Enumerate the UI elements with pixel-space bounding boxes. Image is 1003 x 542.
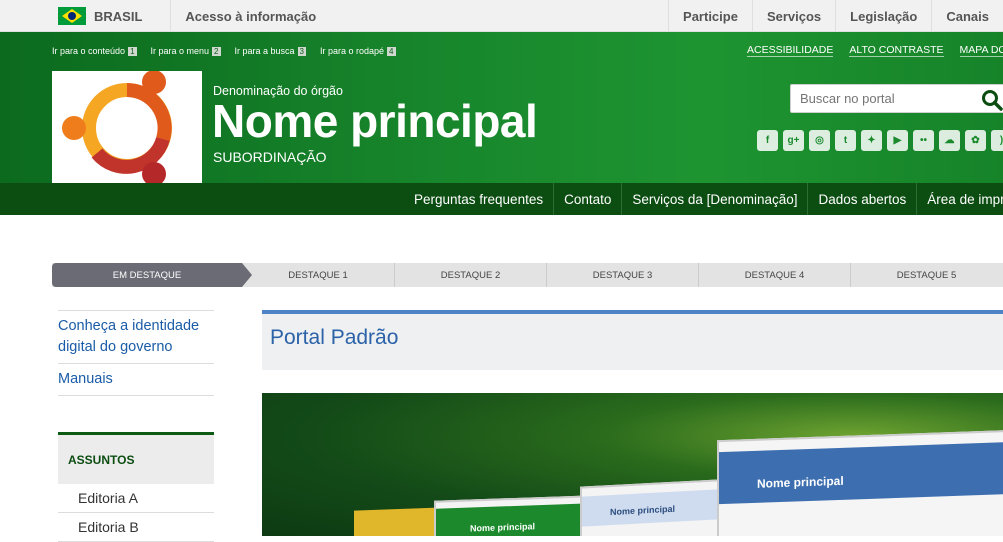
gov-link-participe[interactable]: Participe	[668, 0, 752, 32]
gov-link-legislacao[interactable]: Legislação	[835, 0, 931, 32]
tab-destaque-4[interactable]: DESTAQUE 4	[698, 263, 850, 287]
tab-destaque-3[interactable]: DESTAQUE 3	[546, 263, 698, 287]
search-input[interactable]	[798, 90, 978, 107]
sidebar-item-editoria-b[interactable]: Editoria B	[58, 513, 214, 542]
hero-mock-blue-site: Nome principal	[717, 429, 1003, 536]
access-information-link[interactable]: Acesso à informação	[185, 9, 316, 24]
slideshare-icon[interactable]: ✿	[965, 130, 986, 151]
nav-contact[interactable]: Contato	[553, 183, 621, 215]
gov-top-bar: BRASIL Acesso à informação Participe Ser…	[0, 0, 1003, 32]
skip-to-footer-link[interactable]: Ir para o rodapé 4	[320, 46, 396, 56]
page-title-box: Portal Padrão	[262, 310, 1003, 370]
instagram-icon[interactable]: ◎	[809, 130, 830, 151]
youtube-icon[interactable]: ▶	[887, 130, 908, 151]
ubuntu-logo-icon	[62, 71, 172, 183]
skip-to-search-link[interactable]: Ir para a busca 3	[235, 46, 306, 56]
tab-em-destaque[interactable]: EM DESTAQUE	[52, 263, 252, 287]
hero-mock-green-site: Nome principal	[434, 495, 594, 536]
gov-brasil-link[interactable]: BRASIL	[94, 9, 142, 24]
site-header: Ir para o conteúdo 1 Ir para o menu 2 Ir p…	[0, 32, 1003, 183]
sidebar: Conheça a identidade digital do governo …	[58, 310, 214, 542]
sitemap-link[interactable]: MAPA DO SITE	[959, 44, 1003, 57]
twitter-icon[interactable]: ✦	[861, 130, 882, 151]
sidebar-link-manuals[interactable]: Manuais	[58, 363, 214, 396]
page-title: Portal Padrão	[270, 326, 399, 349]
tab-destaque-2[interactable]: DESTAQUE 2	[394, 263, 546, 287]
tab-destaque-1[interactable]: DESTAQUE 1	[242, 263, 394, 287]
facebook-icon[interactable]: f	[757, 130, 778, 151]
sidebar-section-title: ASSUNTOS	[58, 432, 214, 484]
social-links: f g+ ◎ t ✦ ▶ •• ☁ ✿ )	[757, 130, 1003, 151]
nav-open-data[interactable]: Dados abertos	[807, 183, 916, 215]
rss-icon[interactable]: )	[991, 130, 1003, 151]
sidebar-link-identity[interactable]: Conheça a identidade digital do governo	[58, 310, 214, 363]
accessibility-link[interactable]: ACESSIBILIDADE	[747, 44, 834, 57]
tab-destaque-5[interactable]: DESTAQUE 5	[850, 263, 1002, 287]
tumblr-icon[interactable]: t	[835, 130, 856, 151]
nav-press-area[interactable]: Área de imprensa	[916, 183, 1003, 215]
nav-services[interactable]: Serviços da [Denominação]	[621, 183, 807, 215]
high-contrast-link[interactable]: ALTO CONTRASTE	[849, 44, 944, 57]
nav-faq[interactable]: Perguntas frequentes	[404, 183, 553, 215]
sidebar-item-editoria-a[interactable]: Editoria A	[58, 484, 214, 513]
skip-to-menu-link[interactable]: Ir para o menu 2	[151, 46, 221, 56]
organization-subordination: SUBORDINAÇÃO	[213, 149, 327, 165]
google-plus-icon[interactable]: g+	[783, 130, 804, 151]
soundcloud-icon[interactable]: ☁	[939, 130, 960, 151]
service-nav: Perguntas frequentes Contato Serviços da…	[0, 183, 1003, 215]
skip-to-content-link[interactable]: Ir para o conteúdo 1	[52, 46, 137, 56]
search-icon[interactable]	[981, 89, 1003, 111]
accessibility-shortcuts: Ir para o conteúdo 1 Ir para o menu 2 Ir p…	[52, 46, 396, 56]
brazil-flag-icon[interactable]	[58, 7, 86, 25]
organization-logo[interactable]	[52, 71, 202, 183]
search-box	[790, 84, 1003, 113]
organization-name[interactable]: Nome principal	[212, 94, 538, 148]
gov-link-servicos[interactable]: Serviços	[751, 0, 835, 32]
hero-mock-yellow	[354, 507, 444, 536]
gov-link-canais[interactable]: Canais	[931, 0, 1003, 32]
highlight-tabs: EM DESTAQUE DESTAQUE 1 DESTAQUE 2 DESTAQ…	[52, 263, 1003, 287]
header-top-links: ACESSIBILIDADE ALTO CONTRASTE MAPA DO SI…	[747, 44, 1003, 57]
flickr-icon[interactable]: ••	[913, 130, 934, 151]
hero-banner[interactable]: Nome principal Nome principal Nome princ…	[262, 393, 1003, 536]
hero-mock-light-site: Nome principal	[580, 479, 720, 536]
